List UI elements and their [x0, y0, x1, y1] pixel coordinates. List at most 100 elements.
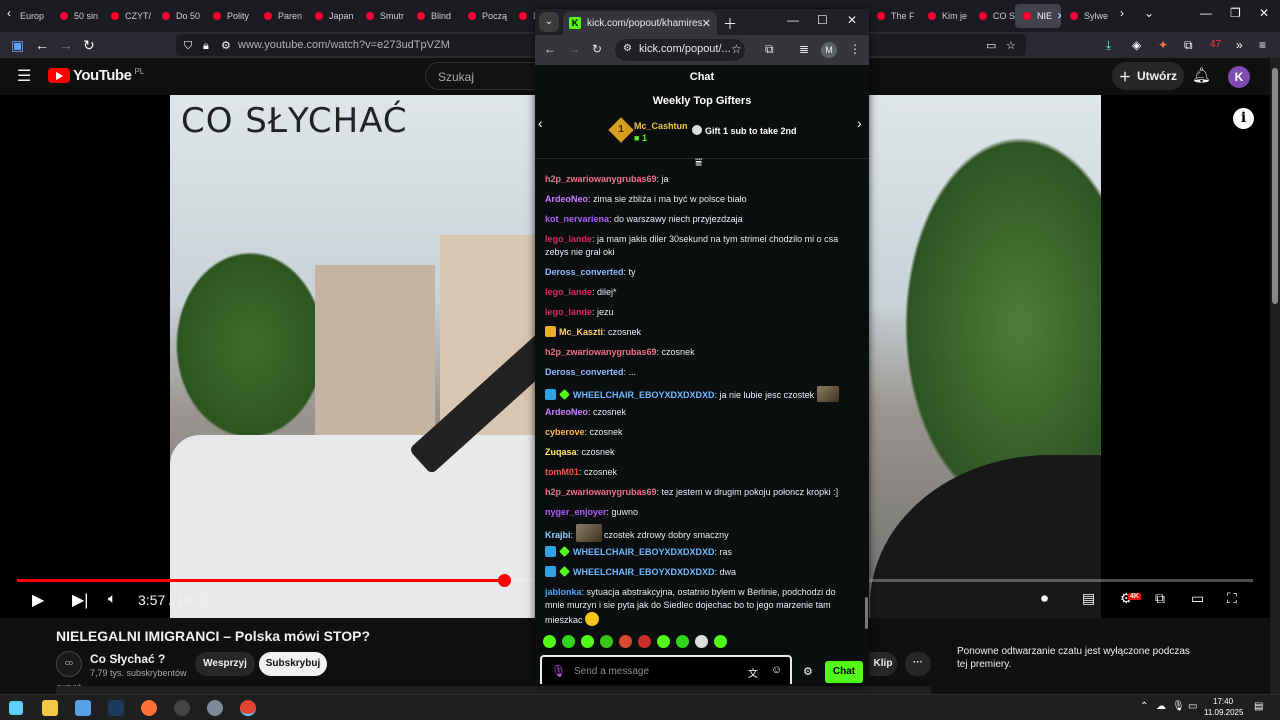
- browser-tab[interactable]: The F: [869, 4, 920, 28]
- hamburger-menu-icon[interactable]: ☰: [17, 66, 31, 86]
- reload-icon[interactable]: ↻: [83, 36, 95, 54]
- browser-tab[interactable]: Kim je: [920, 4, 971, 28]
- chat-username[interactable]: lego_lande: [545, 287, 592, 297]
- microphone-tray-icon[interactable]: 🎙︎: [1172, 701, 1185, 712]
- notification-center-icon[interactable]: ▤: [1254, 701, 1263, 712]
- chat-username[interactable]: Mc_Kaszti: [559, 327, 603, 337]
- more-actions-button[interactable]: ···: [905, 652, 931, 676]
- scrollbar-thumb[interactable]: [1272, 68, 1278, 304]
- tab-scroll-left-icon[interactable]: ‹: [7, 6, 11, 20]
- obs-icon[interactable]: [174, 700, 190, 716]
- extension-shield-icon[interactable]: ◈: [1132, 36, 1141, 54]
- top-gifter-name[interactable]: Mc_Cashtun: [634, 121, 688, 131]
- scrubber-handle[interactable]: [497, 574, 511, 587]
- support-button[interactable]: Wesprzyj: [195, 652, 255, 676]
- miniplayer-icon[interactable]: ⧉: [1155, 590, 1165, 607]
- chat-username[interactable]: nyger_enjoyer: [545, 507, 607, 517]
- info-icon[interactable]: i: [1233, 108, 1254, 129]
- firefox-icon[interactable]: [141, 700, 157, 716]
- chevron-left-icon[interactable]: ‹: [538, 115, 543, 131]
- browser-tab[interactable]: Blind: [409, 4, 460, 28]
- close-window-icon[interactable]: ✕: [1259, 6, 1269, 20]
- chat-username[interactable]: h2p_zwariowanygrubas69: [545, 487, 657, 497]
- chat-scrollbar[interactable]: [865, 597, 868, 629]
- sidebar-icon[interactable]: ▣: [11, 36, 24, 54]
- close-window-icon[interactable]: ✕: [847, 13, 857, 27]
- onedrive-icon[interactable]: ☁: [1156, 701, 1166, 712]
- new-tab-icon[interactable]: ＋: [723, 14, 737, 34]
- bookmark-star-icon[interactable]: ☆: [1006, 37, 1016, 55]
- forward-icon[interactable]: →: [568, 42, 580, 56]
- reload-icon[interactable]: ↻: [592, 42, 602, 56]
- file-explorer-icon[interactable]: [42, 700, 58, 716]
- scroll-down-filter-icon[interactable]: ⩸: [695, 155, 702, 170]
- chat-username[interactable]: WHEELCHAIR_EBOYXDXDXDXD: [573, 567, 715, 577]
- downloads-icon[interactable]: ⤓: [1106, 36, 1111, 54]
- chat-username[interactable]: tomM01: [545, 467, 579, 477]
- popup-tab[interactable]: K kick.com/popout/khamires/cha ✕: [563, 11, 717, 35]
- chat-settings-icon[interactable]: ⚙: [803, 665, 813, 678]
- autoplay-toggle[interactable]: ⏺: [1041, 590, 1048, 607]
- browser-tab[interactable]: Smutr: [358, 4, 409, 28]
- close-tab-icon[interactable]: ✕: [702, 17, 711, 30]
- chat-username[interactable]: Zuqasa: [545, 447, 577, 457]
- notifications-badge[interactable]: 47: [1210, 36, 1221, 54]
- chat-username[interactable]: h2p_zwariowanygrubas69: [545, 174, 657, 184]
- monitor-app-icon[interactable]: [75, 700, 91, 716]
- bell-icon[interactable]: 🔔︎: [1192, 66, 1211, 84]
- emote-icon[interactable]: [714, 635, 727, 648]
- browser-tab[interactable]: Paren: [256, 4, 307, 28]
- create-button[interactable]: ＋ Utwórz: [1112, 62, 1184, 90]
- steam-icon[interactable]: [108, 700, 124, 716]
- chat-username[interactable]: WHEELCHAIR_EBOYXDXDXDXD: [573, 547, 715, 557]
- chat-username[interactable]: Krajbi: [545, 530, 571, 540]
- browser-tab[interactable]: Lu: [511, 4, 535, 28]
- start-menu-icon[interactable]: [9, 701, 23, 715]
- chat-username[interactable]: ArdeoNeo: [545, 194, 588, 204]
- extensions-icon[interactable]: ⧉: [1184, 36, 1193, 54]
- app-menu-icon[interactable]: ≡: [1259, 36, 1266, 54]
- subscribe-button[interactable]: Subskrybuj: [259, 652, 327, 676]
- chat-username[interactable]: kot_nervariena: [545, 214, 609, 224]
- app-icon[interactable]: [207, 700, 223, 716]
- emote-icon[interactable]: [581, 635, 594, 648]
- bookmark-star-icon[interactable]: ☆: [731, 42, 742, 56]
- maximize-icon[interactable]: ☐: [817, 13, 828, 27]
- list-tabs-icon[interactable]: ⌄: [1144, 6, 1154, 20]
- clock-time[interactable]: 17:40: [1213, 697, 1233, 706]
- chat-username[interactable]: Deross_converted: [545, 267, 624, 277]
- popup-url-field[interactable]: ⚙ kick.com/popout/...: [615, 39, 745, 61]
- media-controls-icon[interactable]: ≣: [799, 42, 809, 56]
- browser-tab-active[interactable]: NIE ✕: [1015, 4, 1061, 28]
- chat-username[interactable]: ArdeoNeo: [545, 407, 588, 417]
- browser-tab[interactable]: 50 sin: [52, 4, 103, 28]
- url-text[interactable]: www.youtube.com/watch?v=e273udTpVZM: [238, 39, 450, 51]
- emote-icon[interactable]: [562, 635, 575, 648]
- browser-tab[interactable]: Polity: [205, 4, 256, 28]
- show-hidden-icons-icon[interactable]: ⌃: [1140, 701, 1148, 712]
- emote-icon[interactable]: [543, 635, 556, 648]
- theater-mode-icon[interactable]: ▭: [1191, 590, 1204, 607]
- youtube-logo[interactable]: YouTube PL: [48, 67, 144, 84]
- next-icon[interactable]: ▶|: [72, 590, 88, 610]
- emoji-icon[interactable]: ☺: [771, 664, 782, 676]
- permissions-icon[interactable]: ⚙: [221, 37, 231, 55]
- volume-icon[interactable]: 🔈︎: [108, 590, 116, 607]
- chat-username[interactable]: WHEELCHAIR_EBOYXDXDXDXD: [573, 390, 715, 400]
- browser-tab[interactable]: Japan: [307, 4, 358, 28]
- close-tab-icon[interactable]: ✕: [1057, 11, 1061, 22]
- chevron-right-icon[interactable]: ›: [857, 115, 862, 131]
- chat-username[interactable]: lego_lande: [545, 234, 592, 244]
- chat-username[interactable]: h2p_zwariowanygrubas69: [545, 347, 657, 357]
- extension-fox-icon[interactable]: ✦: [1158, 36, 1168, 54]
- extensions-puzzle-icon[interactable]: ⧉: [765, 42, 774, 57]
- chrome-menu-icon[interactable]: ⋮: [849, 42, 861, 56]
- fullscreen-icon[interactable]: ⛶: [1227, 590, 1237, 607]
- emote-icon[interactable]: [657, 635, 670, 648]
- network-icon[interactable]: ▭: [1188, 701, 1197, 712]
- emote-icon[interactable]: [619, 635, 632, 648]
- tab-search-icon[interactable]: ⌄: [539, 12, 559, 32]
- shield-icon[interactable]: ⛉: [184, 37, 192, 55]
- tab-scroll-right-icon[interactable]: ›: [1120, 6, 1124, 20]
- restore-icon[interactable]: ❐: [1230, 6, 1241, 20]
